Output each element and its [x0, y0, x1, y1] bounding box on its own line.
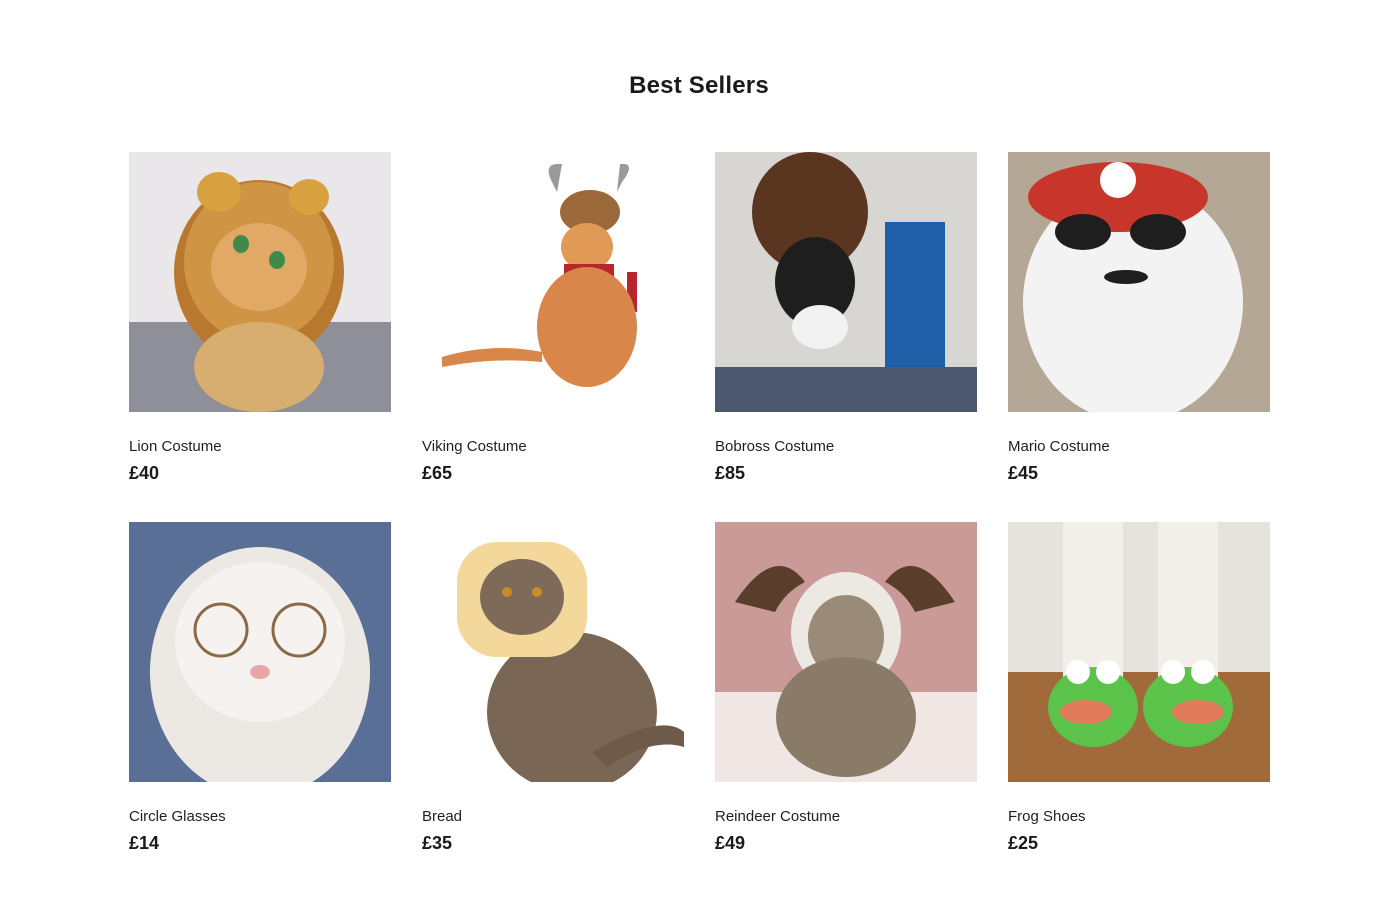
product-price: £49 — [715, 833, 746, 853]
product-image-mario-costume[interactable] — [1008, 152, 1270, 412]
section-title: Best Sellers — [629, 72, 769, 99]
product-image-bobross-costume[interactable] — [715, 152, 977, 412]
product-name: Bread — [422, 808, 463, 825]
product-price: £40 — [129, 463, 160, 483]
product-card-circle-glasses[interactable]: Circle Glasses £14 — [129, 522, 392, 853]
product-name: Frog Shoes — [1008, 808, 1086, 825]
product-price: £14 — [129, 833, 160, 853]
product-card-lion-costume[interactable]: Lion Costume £40 — [129, 152, 392, 483]
product-card-bread[interactable]: Bread £35 — [422, 522, 685, 853]
product-card-mario-costume[interactable]: Mario Costume £45 — [1008, 152, 1271, 483]
product-name: Reindeer Costume — [715, 808, 841, 825]
product-image-viking-costume[interactable] — [422, 152, 684, 412]
product-image-bread[interactable] — [422, 522, 684, 782]
product-card-bobross-costume[interactable]: Bobross Costume £85 — [715, 152, 978, 483]
product-name: Circle Glasses — [129, 808, 226, 825]
product-price: £45 — [1008, 463, 1039, 483]
product-image-lion-costume[interactable] — [129, 152, 391, 412]
product-price: £25 — [1008, 833, 1039, 853]
product-name: Mario Costume — [1008, 438, 1110, 455]
product-name: Viking Costume — [422, 438, 527, 455]
product-image-circle-glasses[interactable] — [129, 522, 391, 782]
product-card-viking-costume[interactable]: Viking Costume £65 — [422, 152, 685, 483]
product-image-reindeer-costume[interactable] — [715, 522, 977, 782]
product-price: £35 — [422, 833, 453, 853]
product-name: Bobross Costume — [715, 438, 835, 455]
product-grid: Lion Costume £40 Viking Costume £65 Bobr… — [129, 152, 1271, 853]
product-price: £65 — [422, 463, 453, 483]
product-card-reindeer-costume[interactable]: Reindeer Costume £49 — [715, 522, 978, 853]
product-image-frog-shoes[interactable] — [1008, 522, 1270, 782]
product-name: Lion Costume — [129, 438, 222, 455]
product-price: £85 — [715, 463, 746, 483]
product-card-frog-shoes[interactable]: Frog Shoes £25 — [1008, 522, 1271, 853]
